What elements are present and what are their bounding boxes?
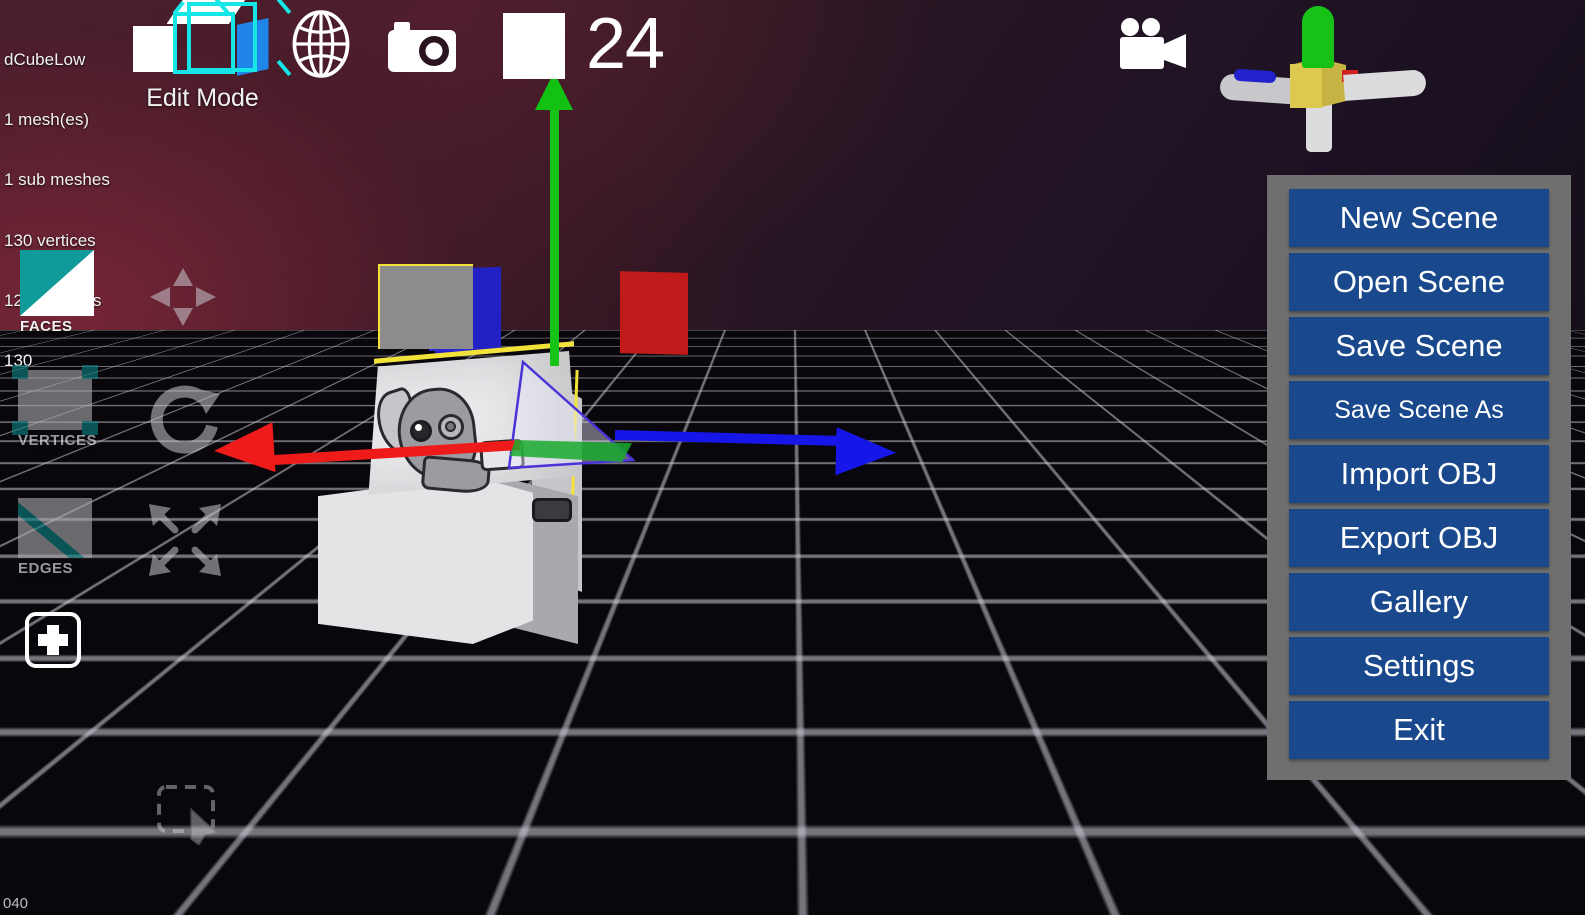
edges-icon: [18, 498, 92, 558]
grid-line-vertical: [771, 0, 796, 330]
video-camera-glyph: [1120, 18, 1186, 69]
marquee-cursor-icon: [157, 785, 219, 847]
stat-mesh-count: 1 mesh(es): [4, 110, 90, 130]
cube-icon-white-left: [132, 26, 177, 72]
rotate-tool[interactable]: [146, 382, 224, 460]
faces-label: FACES: [20, 318, 73, 335]
face-subdivide-button[interactable]: Face Subdivide: [362, 778, 462, 887]
color-swatch-button[interactable]: [503, 13, 565, 79]
redo-arrow-icon: [905, 822, 960, 873]
video-camera-icon[interactable]: [1118, 18, 1190, 73]
menu-item-new-scene[interactable]: New Scene: [1289, 189, 1549, 247]
subdivide-square-icon: [381, 778, 443, 846]
menu-item-gallery[interactable]: Gallery: [1289, 573, 1549, 631]
menu-item-exit[interactable]: Exit: [1289, 701, 1549, 759]
edit-mode-label: Edit Mode: [146, 84, 259, 112]
scene-red-plane: [620, 271, 688, 355]
texture-eye: [410, 420, 432, 442]
gizmo-axis-y-shaft[interactable]: [550, 98, 559, 366]
texture-eye-highlight: [415, 424, 422, 431]
cube-wireframe-icon: [132, 0, 291, 78]
undo-button[interactable]: UNDO: [778, 820, 862, 897]
faces-icon: [20, 250, 94, 316]
gizmo-axis-y-negative[interactable]: [1306, 104, 1332, 152]
face-subdivide-label-1: Face: [392, 849, 432, 868]
menu-item-save-scene[interactable]: Save Scene: [1289, 317, 1549, 375]
gizmo-axis-y-positive[interactable]: [1302, 6, 1334, 68]
add-object-button[interactable]: [25, 612, 81, 668]
edit-mode-button[interactable]: Edit Mode: [130, 0, 291, 120]
menu-item-settings[interactable]: Settings: [1289, 637, 1549, 695]
remove-face-button[interactable]: ✕ Remove Face: [458, 772, 562, 887]
sidebar-item-vertices[interactable]: VERTICES: [12, 365, 98, 452]
eye-slash-icon: [1076, 813, 1140, 861]
gizmo-axis-z-head[interactable]: [835, 427, 897, 477]
selection-count-label: 24: [586, 4, 665, 84]
view-orientation-gizmo[interactable]: [1218, 0, 1428, 155]
sidebar-item-faces[interactable]: FACES: [20, 250, 96, 336]
face-subdivide-label-2: Subdivide: [371, 867, 453, 887]
redo-button[interactable]: REDO: [880, 820, 964, 897]
camera-icon[interactable]: [386, 18, 458, 76]
camera-glyph: [388, 22, 456, 72]
diagonal-arrows-icon: [149, 504, 221, 576]
texture-swirl-inner: [445, 421, 456, 432]
mesh-face-back: [378, 264, 473, 349]
scale-tool[interactable]: [145, 500, 225, 580]
stat-vertices: 130 vertices: [4, 230, 96, 250]
remove-face-label: Remove Face: [476, 849, 544, 887]
globe-icon[interactable]: [287, 10, 355, 78]
plus-icon-bar: [38, 634, 68, 646]
app-root: dCubeLow 1 mesh(es) 1 sub meshes 130 ver…: [0, 0, 1585, 915]
edges-label: EDGES: [18, 560, 74, 577]
extrude-button[interactable]: Extrude: [252, 778, 346, 877]
gizmo-axis-x-positive[interactable]: [1343, 69, 1427, 101]
extrude-cube-icon: [264, 778, 334, 854]
gizmo-center-cube-face: [1290, 64, 1322, 108]
four-way-arrow-icon: [150, 268, 216, 326]
move-tool[interactable]: [148, 266, 218, 328]
undo-arrow-icon: [782, 822, 837, 873]
menu-item-import-obj[interactable]: Import OBJ: [1289, 445, 1549, 503]
menu-item-open-scene[interactable]: Open Scene: [1289, 253, 1549, 311]
cube-face-front: [0, 720, 75, 915]
menu-item-export-obj[interactable]: Export OBJ: [1289, 509, 1549, 567]
globe-glyph: [292, 10, 350, 78]
vertices-icon: [12, 365, 98, 435]
texture-foot-back: [532, 498, 572, 522]
mesh-face-body-front: [318, 476, 533, 644]
cube-icon-wireframe: [172, 0, 291, 77]
stat-object-name: dCubeLow: [4, 50, 86, 70]
hide-toggle-button[interactable]: [1073, 808, 1143, 866]
sidebar-item-edges[interactable]: EDGES: [18, 498, 96, 580]
stat-sub-meshes: 1 sub meshes: [4, 170, 110, 190]
menu-item-save-scene-as[interactable]: Save Scene As: [1289, 381, 1549, 439]
status-bar: [0, 887, 1585, 915]
box-select-tool[interactable]: [155, 783, 225, 847]
status-bar-text: 040: [3, 895, 29, 912]
main-menu-panel: New Scene Open Scene Save Scene Save Sce…: [1267, 175, 1571, 780]
mesh-stats-panel: dCubeLow 1 mesh(es) 1 sub meshes 130 ver…: [4, 10, 110, 411]
red-x-square-icon: ✕: [479, 772, 541, 846]
circular-arrow-icon: [150, 385, 220, 454]
scene-foreground-cube[interactable]: [0, 640, 230, 915]
extrude-label: Extrude: [267, 857, 331, 876]
